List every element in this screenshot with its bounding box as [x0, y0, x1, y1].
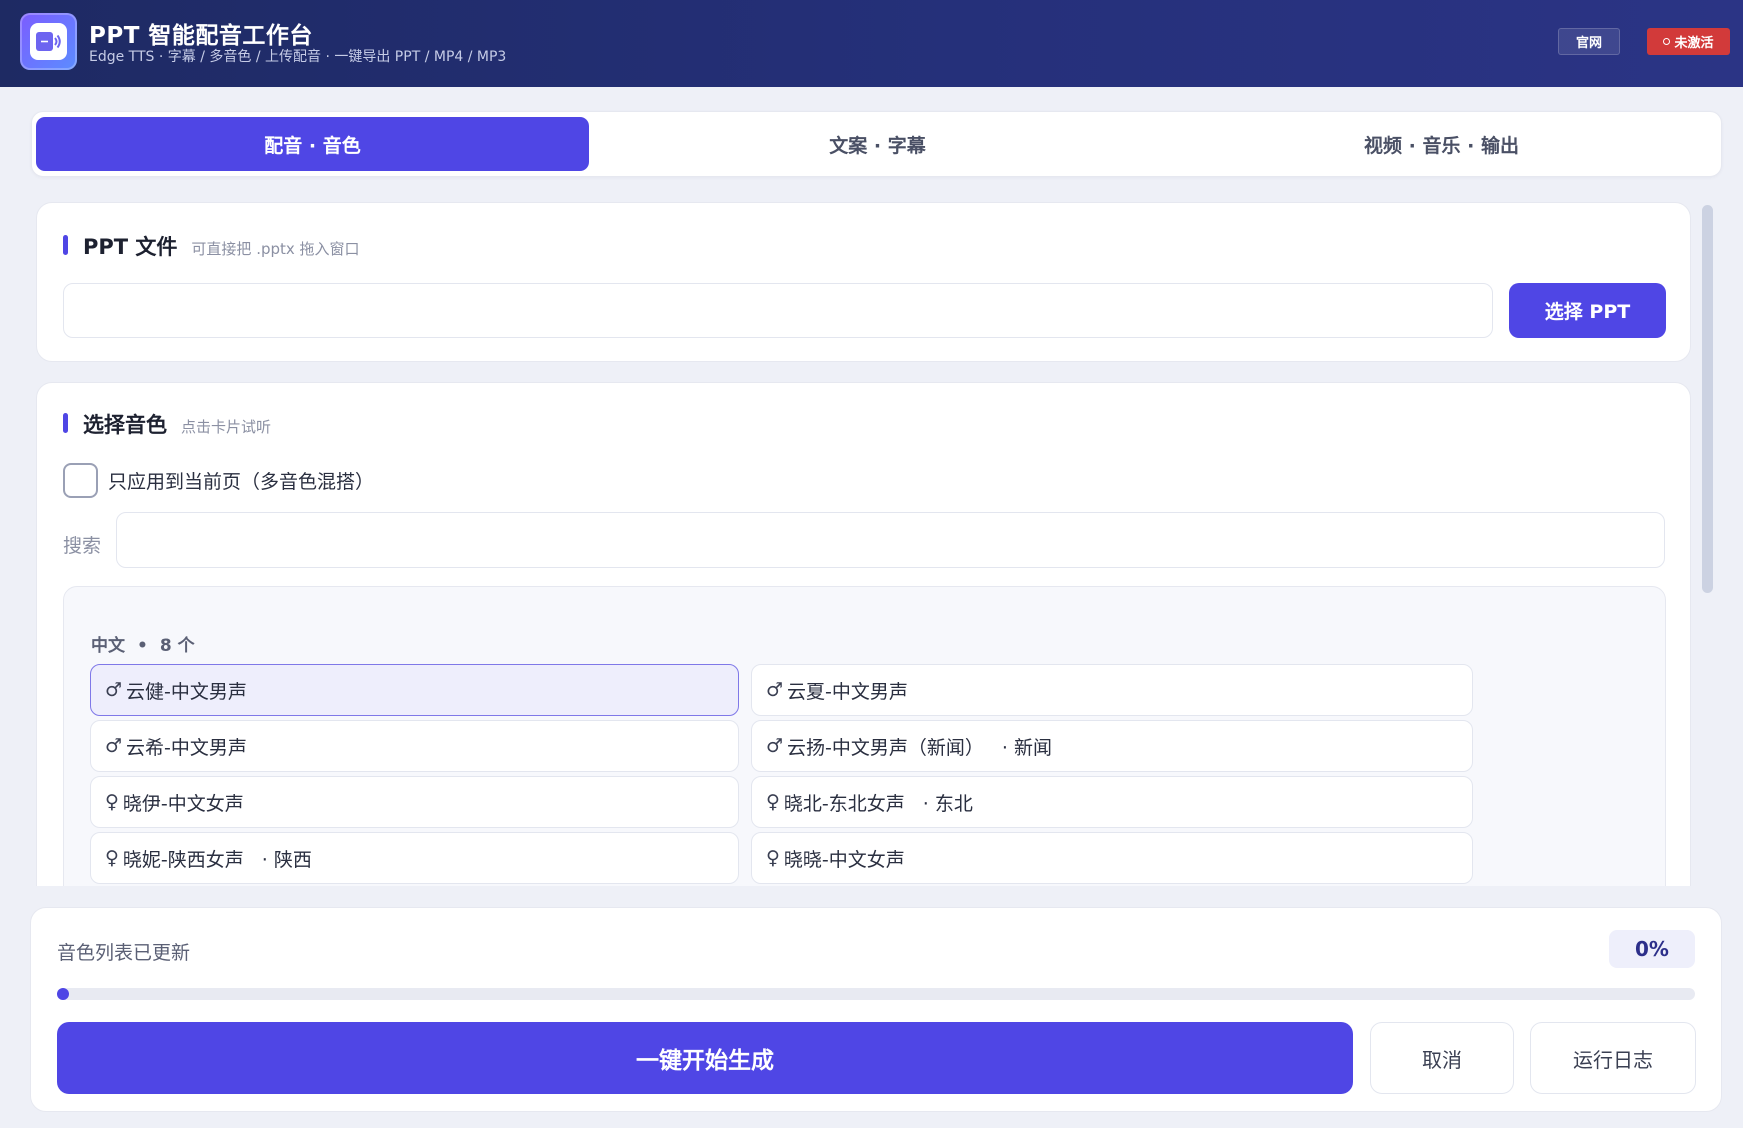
content-scroll-area[interactable]: PPT 文件 可直接把 .pptx 拖入窗口 选择 PPT 选择音色 点击卡片试…: [0, 190, 1743, 886]
generate-panel: 音色列表已更新 0% 一键开始生成 取消 运行日志: [30, 907, 1722, 1112]
license-status-label: 未激活: [1674, 36, 1714, 51]
tab-script-subtitles[interactable]: 文案 · 字幕: [601, 117, 1154, 171]
male-icon: ♂: [766, 679, 784, 701]
current-page-only-option[interactable]: 只应用到当前页（多音色混搭）: [63, 463, 374, 498]
choose-ppt-button[interactable]: 选择 PPT: [1509, 283, 1666, 338]
voice-card[interactable]: ♀ 晓妮-陕西女声 · 陕西: [90, 832, 739, 884]
ppt-file-card: PPT 文件 可直接把 .pptx 拖入窗口 选择 PPT: [36, 202, 1691, 362]
voice-name: 云夏-中文男声: [787, 680, 908, 703]
ppt-section-title: PPT 文件: [83, 235, 178, 259]
voice-name: 晓妮-陕西女声: [122, 848, 244, 871]
section-accent-bar: [63, 235, 68, 255]
voice-card[interactable]: ♀ 晓伊-中文女声: [90, 776, 739, 828]
progress-bar-fill: [57, 988, 69, 1000]
female-icon: ♀: [766, 791, 780, 813]
license-status-badge[interactable]: 未激活: [1647, 28, 1730, 55]
voice-card[interactable]: ♂ 云夏-中文男声: [751, 664, 1473, 716]
voice-section-hint: 点击卡片试听: [181, 418, 272, 436]
voice-name: 云希-中文男声: [126, 736, 247, 759]
voice-group-name: 中文: [91, 636, 125, 656]
official-site-button[interactable]: 官网: [1558, 28, 1620, 55]
voice-name: 晓北-东北女声: [783, 792, 905, 815]
progress-percent-badge: 0%: [1609, 930, 1695, 968]
status-message: 音色列表已更新: [57, 942, 191, 964]
female-icon: ♀: [766, 847, 780, 869]
app-title: PPT 智能配音工作台: [89, 23, 313, 49]
female-icon: ♀: [105, 847, 119, 869]
ppt-section-header: PPT 文件 可直接把 .pptx 拖入窗口: [83, 231, 360, 261]
female-icon: ♀: [105, 791, 119, 813]
voice-group-count: 8 个: [159, 636, 195, 656]
app-subtitle: Edge TTS · 字幕 / 多音色 / 上传配音 · 一键导出 PPT / …: [89, 49, 507, 65]
male-icon: ♂: [105, 735, 123, 757]
start-generate-button[interactable]: 一键开始生成: [57, 1022, 1353, 1094]
voice-region-tag: · 东北: [922, 792, 973, 815]
tab-voice[interactable]: 配音 · 音色: [36, 117, 589, 171]
voice-card[interactable]: ♀ 晓晓-中文女声: [751, 832, 1473, 884]
voice-name: 晓晓-中文女声: [783, 848, 905, 871]
voice-region-tag: · 新闻: [1001, 736, 1052, 759]
voice-card[interactable]: ♂ 云健-中文男声: [90, 664, 739, 716]
status-dot-icon: [1663, 38, 1671, 45]
tab-video-music-output[interactable]: 视频 · 音乐 · 输出: [1165, 117, 1718, 171]
run-log-button[interactable]: 运行日志: [1530, 1022, 1696, 1094]
voice-group-separator: •: [137, 636, 148, 656]
male-icon: ♂: [105, 679, 123, 701]
voice-region-tag: · 陕西: [261, 848, 312, 871]
voice-name: 晓伊-中文女声: [122, 792, 244, 815]
main-tabs: 配音 · 音色 文案 · 字幕 视频 · 音乐 · 输出: [31, 111, 1722, 177]
voice-search-input[interactable]: [116, 512, 1665, 568]
voice-name: 云扬-中文男声（新闻）: [787, 736, 984, 759]
current-page-only-label[interactable]: 只应用到当前页（多音色混搭）: [108, 467, 374, 494]
voice-group-header: 中文 • 8 个: [91, 631, 195, 656]
content-scrollbar[interactable]: [1702, 205, 1713, 593]
search-label: 搜索: [63, 535, 102, 557]
voice-select-card: 选择音色 点击卡片试听 只应用到当前页（多音色混搭） 搜索 中文 • 8 个 ♂ 云…: [36, 382, 1691, 886]
cancel-button[interactable]: 取消: [1370, 1022, 1514, 1094]
voice-name: 云健-中文男声: [126, 680, 247, 703]
voice-section-title: 选择音色: [83, 413, 167, 437]
current-page-only-checkbox[interactable]: [63, 463, 98, 498]
ppt-section-hint: 可直接把 .pptx 拖入窗口: [191, 240, 360, 258]
voice-section-header: 选择音色 点击卡片试听: [83, 409, 271, 439]
voice-card[interactable]: ♀ 晓北-东北女声 · 东北: [751, 776, 1473, 828]
app-logo-icon: [20, 13, 77, 70]
voice-card[interactable]: ♂ 云扬-中文男声（新闻） · 新闻: [751, 720, 1473, 772]
voice-card[interactable]: ♂ 云希-中文男声: [90, 720, 739, 772]
voice-list-panel[interactable]: 中文 • 8 个 ♂ 云健-中文男声 ♂ 云夏-中文男声 ♂ 云希-中文男声 ♂ 云…: [63, 586, 1666, 886]
male-icon: ♂: [766, 735, 784, 757]
progress-bar: [57, 988, 1695, 1000]
section-accent-bar: [63, 413, 68, 433]
app-header: PPT 智能配音工作台 Edge TTS · 字幕 / 多音色 / 上传配音 ·…: [0, 0, 1743, 87]
ppt-file-path-input[interactable]: [63, 283, 1493, 338]
